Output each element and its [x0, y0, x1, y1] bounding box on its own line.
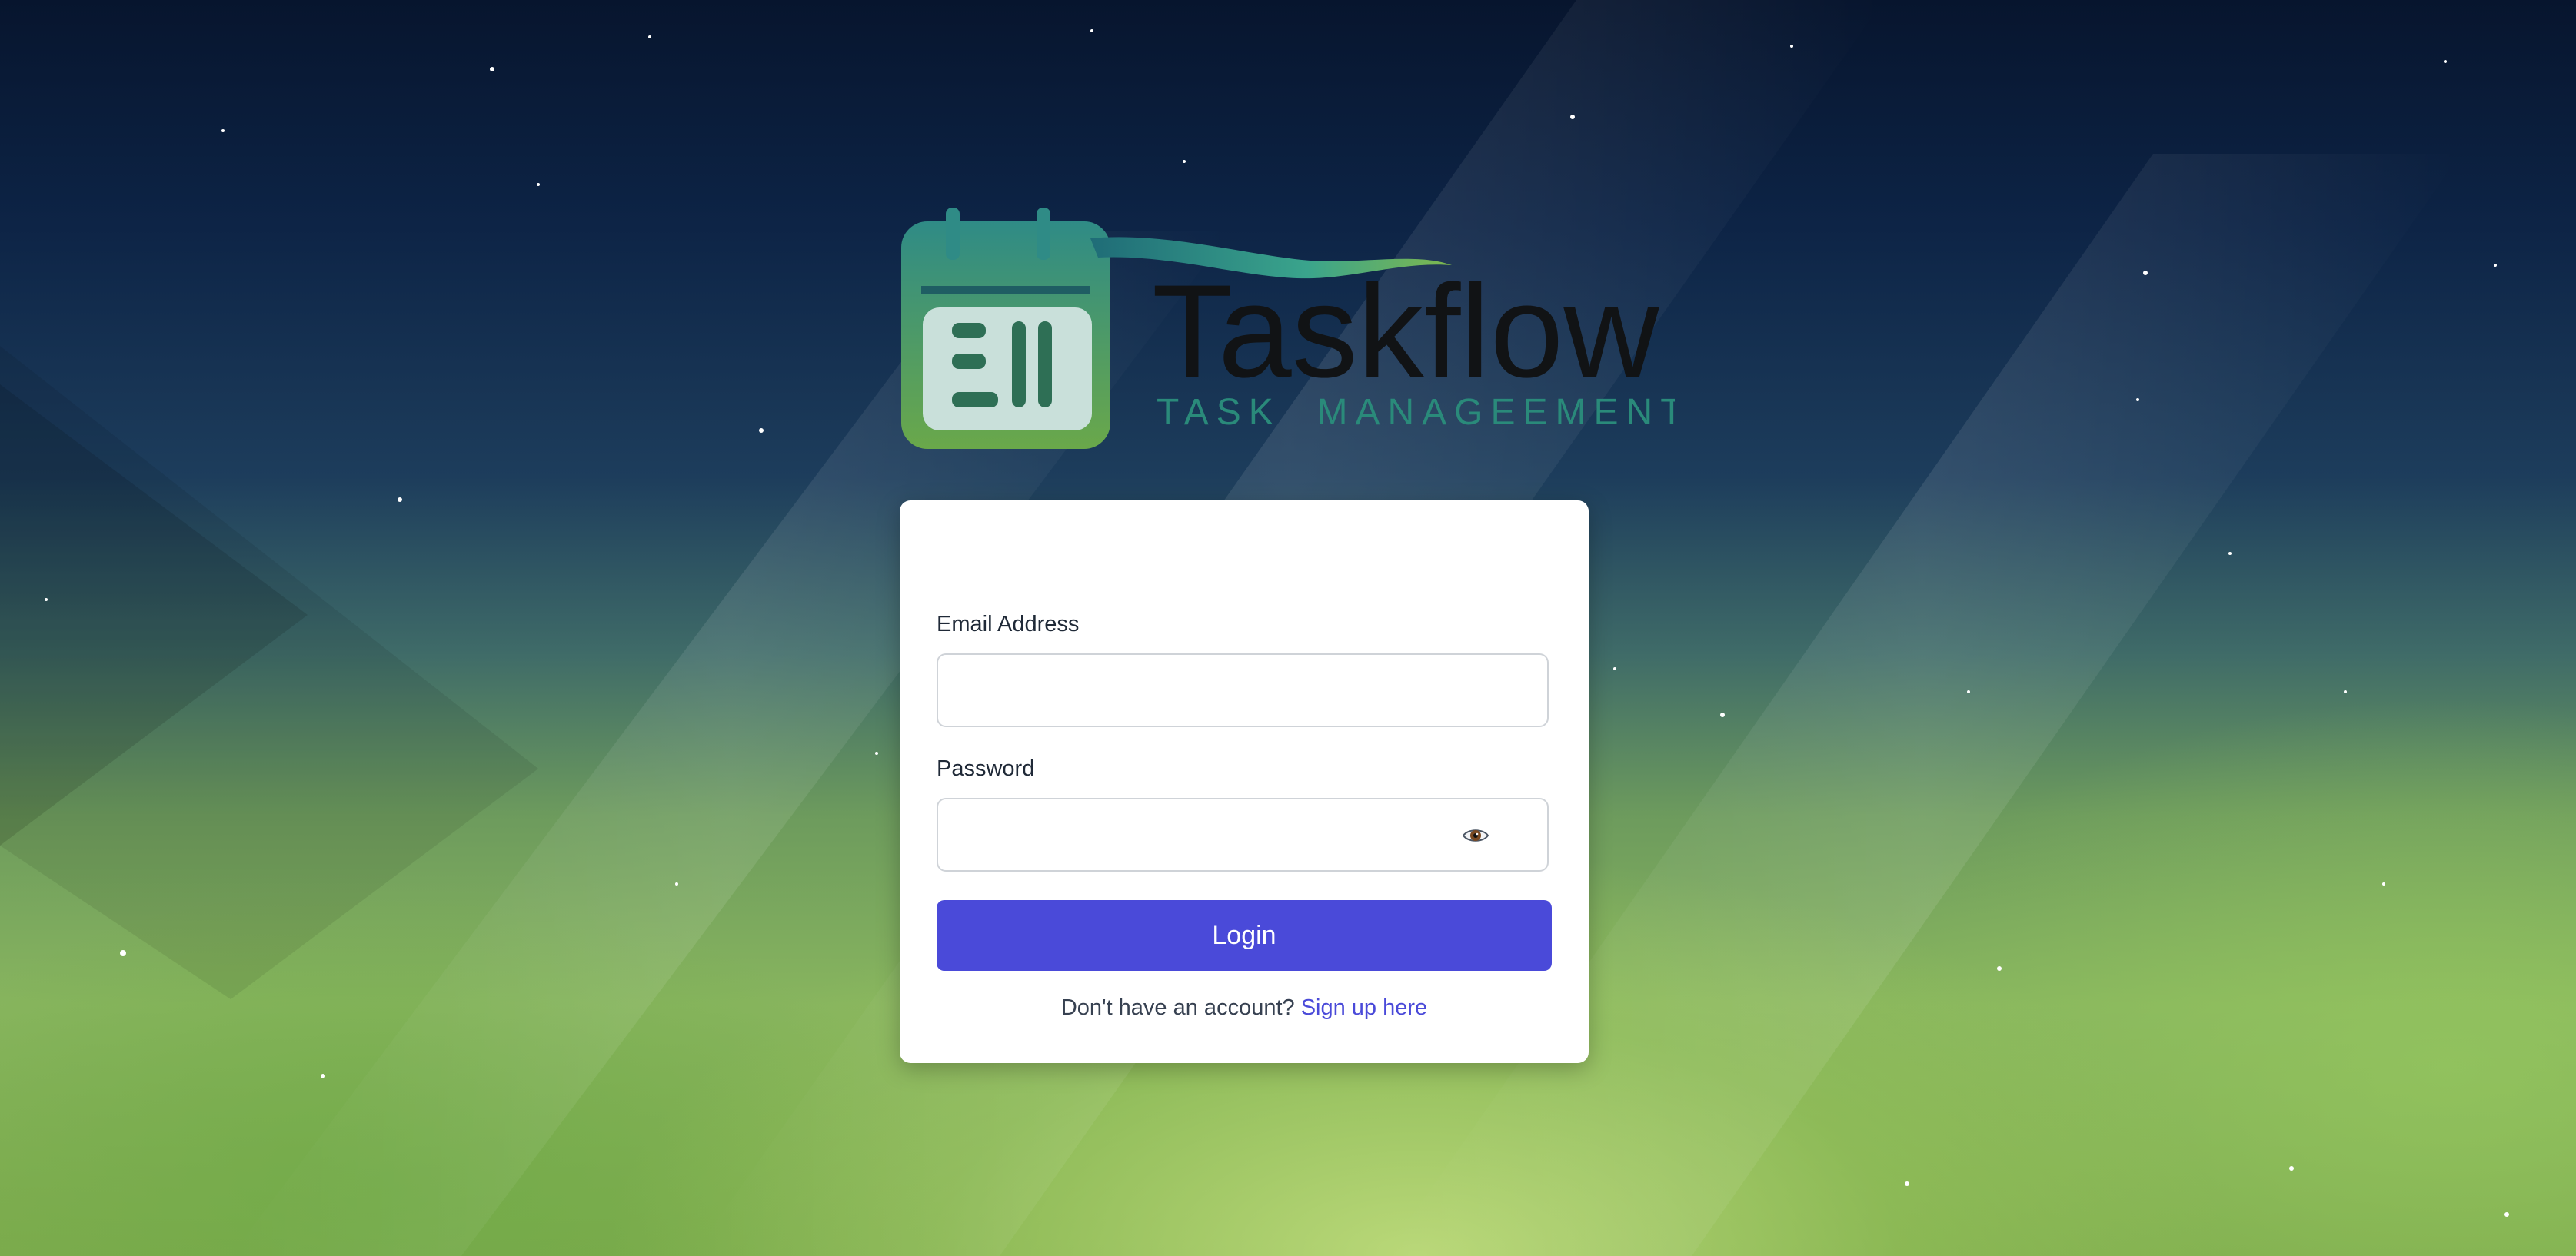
- signup-row: Don't have an account? Sign up here: [900, 995, 1589, 1021]
- signup-link[interactable]: Sign up here: [1301, 995, 1427, 1020]
- email-label: Email Address: [937, 612, 1080, 636]
- brand-tagline: TASK MANAGEEMENT: [1157, 392, 1675, 433]
- brand-name: Taskflow: [1152, 258, 1659, 405]
- login-card: Email Address Password Login Don't have …: [900, 500, 1589, 1063]
- calendar-icon: [901, 208, 1110, 449]
- show-password-toggle[interactable]: [1452, 816, 1499, 856]
- login-button[interactable]: Login: [937, 900, 1552, 971]
- eye-icon: [1463, 829, 1489, 842]
- password-label: Password: [937, 756, 1035, 781]
- signup-prompt: Don't have an account?: [1060, 995, 1295, 1020]
- taskflow-logo: Taskflow TASK MANAGEEMENT: [901, 208, 1675, 449]
- email-input[interactable]: [937, 653, 1549, 727]
